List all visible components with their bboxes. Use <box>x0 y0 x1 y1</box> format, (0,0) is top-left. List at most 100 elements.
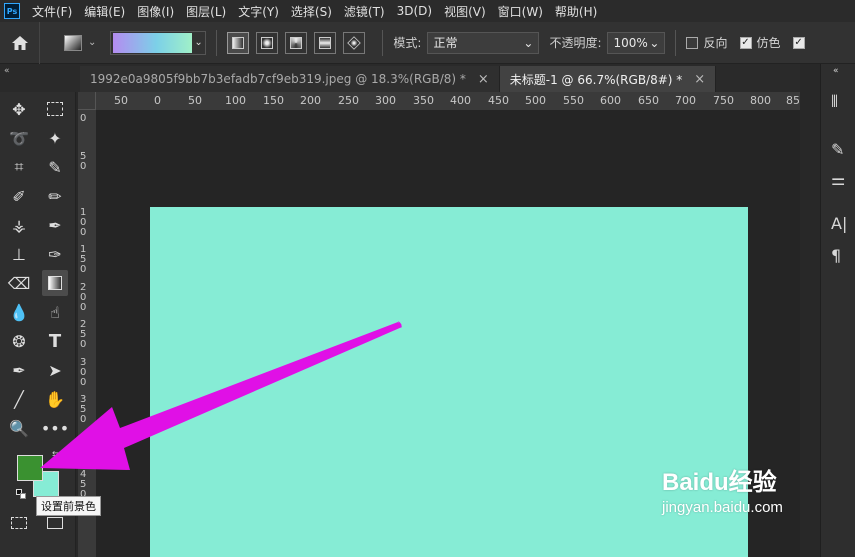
watermark-url: jingyan.baidu.com <box>662 499 783 516</box>
menu-3d[interactable]: 3D(D) <box>397 4 432 18</box>
healing-brush-tool-icon[interactable]: ✐ <box>6 183 32 209</box>
menu-image[interactable]: 图像(I) <box>137 3 174 20</box>
close-icon[interactable]: × <box>478 72 489 87</box>
move-tool-icon[interactable]: ✥ <box>6 96 32 122</box>
dither-checkbox[interactable]: ✓ <box>739 36 752 49</box>
menu-help[interactable]: 帮助(H) <box>555 3 597 20</box>
history-brush-tool-icon[interactable]: ✒ <box>42 212 68 238</box>
tool-preset-picker[interactable] <box>64 34 82 51</box>
gradient-picker[interactable]: ⌄ <box>110 30 207 55</box>
line-tool-icon[interactable]: ╱ <box>6 386 32 412</box>
art-history-brush-icon[interactable]: ✑ <box>42 241 68 267</box>
pen-tool-icon[interactable]: ✒ <box>6 357 32 383</box>
dither-option[interactable]: ✓ 仿色 <box>739 34 781 51</box>
smudge-tool-icon[interactable]: ☝ <box>42 299 68 325</box>
ruler-tick-label: 150 <box>263 94 284 107</box>
right-panel-dock: « ⦀ ✎ ⚌ A| ¶ <box>820 64 855 557</box>
more-tools-icon[interactable]: ••• <box>41 415 69 441</box>
menu-window[interactable]: 窗口(W) <box>498 3 543 20</box>
stamp-tool-icon[interactable]: ⊥ <box>6 241 32 267</box>
close-icon[interactable]: × <box>694 72 705 87</box>
vertical-ruler[interactable]: 0 50 100 150 200 250 300 350 400 450 <box>78 110 96 557</box>
ruler-tick-label: 450 <box>488 94 509 107</box>
chevron-down-icon: ⌄ <box>649 35 660 50</box>
menu-layer[interactable]: 图层(L) <box>186 3 226 20</box>
document-canvas[interactable] <box>150 207 748 557</box>
ruler-tick-label: 85 <box>786 94 800 107</box>
foreground-color-swatch[interactable] <box>17 455 43 481</box>
zoom-tool-icon[interactable]: 🔍 <box>6 415 32 441</box>
tab-label: 未标题-1 @ 66.7%(RGB/8#) * <box>509 72 683 87</box>
reflected-gradient-button[interactable] <box>314 31 337 54</box>
default-colors-icon[interactable] <box>16 489 26 499</box>
menu-type[interactable]: 文字(Y) <box>238 3 279 20</box>
lasso-tool-icon[interactable]: ➰ <box>6 125 32 151</box>
divider <box>382 29 384 56</box>
horizontal-ruler[interactable]: 50 0 50 100 150 200 250 300 350 400 450 … <box>78 92 800 110</box>
home-button[interactable] <box>0 21 40 64</box>
diamond-gradient-button[interactable] <box>343 31 366 54</box>
ruler-tick-label: 250 <box>338 94 359 107</box>
gradient-preview[interactable] <box>113 32 192 53</box>
dither-label: 仿色 <box>756 36 781 50</box>
tab-untitled-1[interactable]: 未标题-1 @ 66.7%(RGB/8#) * × <box>499 66 717 92</box>
ruler-origin[interactable] <box>78 92 96 110</box>
eraser-tool-icon[interactable]: ⌫ <box>6 270 32 296</box>
ruler-tick-label: 400 <box>450 94 471 107</box>
ruler-tick-label: 50 <box>114 94 128 107</box>
collapse-panel-icon[interactable]: « <box>4 66 10 76</box>
ruler-tick-label: 200 <box>300 94 321 107</box>
transparency-checkbox[interactable]: ✓ <box>792 36 805 49</box>
ruler-tick-label: 50 <box>80 151 87 172</box>
transparency-option[interactable]: ✓ <box>792 36 810 49</box>
angle-gradient-button[interactable] <box>285 31 308 54</box>
crop-tool-icon[interactable]: ⌗ <box>6 154 32 180</box>
blur-tool-icon[interactable]: 💧 <box>6 299 32 325</box>
chevron-down-icon[interactable]: ⌄ <box>88 37 96 48</box>
ruler-tick-label: 50 <box>188 94 202 107</box>
quick-mask-icon[interactable] <box>6 510 32 536</box>
hand-tool-icon[interactable]: ✋ <box>42 386 68 412</box>
brush-tool-icon[interactable]: ✏ <box>42 183 68 209</box>
photoshop-logo-icon[interactable]: Ps <box>4 3 20 19</box>
path-selection-tool-icon[interactable]: ➤ <box>42 357 68 383</box>
linear-gradient-button[interactable] <box>227 31 250 54</box>
menu-filter[interactable]: 滤镜(T) <box>344 3 385 20</box>
reverse-checkbox[interactable] <box>686 36 699 49</box>
tabs-spacer <box>0 66 80 92</box>
paragraph-panel-icon[interactable]: ¶ <box>831 246 841 265</box>
reverse-option[interactable]: 反向 <box>686 34 728 51</box>
brush-settings-panel-icon[interactable]: ✎ <box>831 140 844 159</box>
menu-select[interactable]: 选择(S) <box>291 3 332 20</box>
divider <box>675 29 677 56</box>
magic-wand-tool-icon[interactable]: ✦ <box>42 125 68 151</box>
chevron-down-icon[interactable]: ⌄ <box>192 37 206 48</box>
ruler-tick-label: 350 <box>80 394 87 425</box>
menu-file[interactable]: 文件(F) <box>32 3 72 20</box>
ruler-tick-label: 750 <box>713 94 734 107</box>
clone-stamp-tool-icon[interactable]: ⚶ <box>6 212 32 238</box>
baidu-jingyan-watermark: Baidu经验 jingyan.baidu.com <box>662 462 783 516</box>
radial-gradient-button[interactable] <box>256 31 279 54</box>
sponge-tool-icon[interactable]: ❂ <box>6 328 32 354</box>
adjustments-panel-icon[interactable]: ⚌ <box>831 170 845 189</box>
gradient-tool-icon[interactable] <box>42 270 68 296</box>
character-panel-icon[interactable]: A| <box>831 214 847 233</box>
opacity-label: 不透明度: <box>549 36 602 50</box>
collapse-panel-icon[interactable]: « <box>833 66 839 76</box>
swap-colors-icon[interactable]: ⇆ <box>52 450 60 460</box>
type-tool-icon[interactable]: T <box>42 328 68 354</box>
menu-view[interactable]: 视图(V) <box>444 3 486 20</box>
eyedropper-tool-icon[interactable]: ✎ <box>42 154 68 180</box>
tab-jpeg-document[interactable]: 1992e0a9805f9bb7b3efadb7cf9eb319.jpeg @ … <box>80 66 500 92</box>
opacity-input[interactable]: 100% ⌄ <box>607 31 666 54</box>
reverse-label: 反向 <box>703 36 728 50</box>
marquee-tool-icon[interactable] <box>42 96 68 122</box>
menu-edit[interactable]: 编辑(E) <box>84 3 125 20</box>
blend-mode-select[interactable]: 正常 ⌄ <box>427 31 540 54</box>
watermark-brand: Baidu经验 <box>662 469 777 496</box>
ruler-tick-label: 100 <box>225 94 246 107</box>
history-panel-icon[interactable]: ⦀ <box>831 92 838 112</box>
blend-mode-value: 正常 <box>433 36 458 50</box>
ruler-tick-label: 500 <box>525 94 546 107</box>
